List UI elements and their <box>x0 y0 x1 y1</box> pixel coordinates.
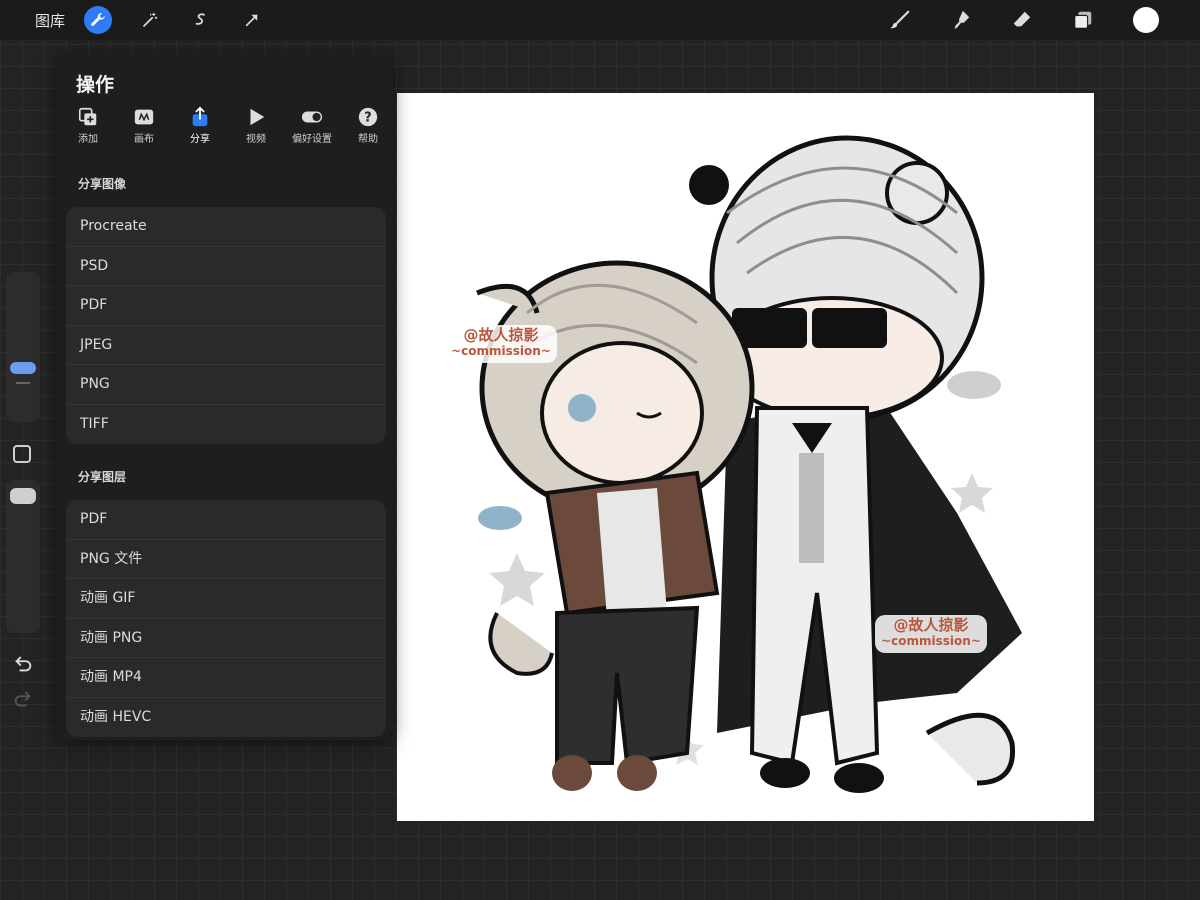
share-layers-pdf-button[interactable]: PDF <box>66 500 386 540</box>
tab-share-label: 分享 <box>190 134 210 145</box>
layers-button[interactable] <box>1071 8 1095 32</box>
share-layers-list: PDF PNG 文件 动画 GIF 动画 PNG 动画 MP4 动画 HEVC <box>66 500 386 737</box>
help-icon: ? <box>358 107 378 127</box>
tab-preferences[interactable]: 偏好设置 <box>290 106 334 150</box>
selection-icon <box>195 13 205 25</box>
drawing-canvas[interactable]: @故人掠影 ~commission~ @故人掠影 ~commission~ <box>397 93 1094 821</box>
transform-arrow-icon <box>245 14 258 27</box>
tab-help[interactable]: ? 帮助 <box>346 106 390 150</box>
redo-icon[interactable] <box>12 688 34 710</box>
actions-panel: 操作 添加 画布 分享 视频 偏好设置 ? 帮助 分享图像 Procreate … <box>56 52 393 740</box>
eraser-icon <box>1013 11 1031 27</box>
opacity-slider[interactable] <box>6 480 40 633</box>
tab-video[interactable]: 视频 <box>234 106 278 150</box>
share-tiff-button[interactable]: TIFF <box>66 405 386 445</box>
brush-size-handle[interactable] <box>10 362 36 374</box>
eyedropper-square-button[interactable] <box>13 445 31 463</box>
watermark-right-sub: ~commission~ <box>881 634 981 648</box>
top-toolbar: 图库 <box>0 0 1200 40</box>
share-layers-animated-mp4-button[interactable]: 动画 MP4 <box>66 658 386 698</box>
tab-canvas[interactable]: 画布 <box>122 106 166 150</box>
layers-icon <box>1074 11 1092 29</box>
adjustments-button[interactable] <box>136 6 164 34</box>
brush-button[interactable] <box>888 8 912 32</box>
wrench-icon <box>91 13 105 26</box>
magic-wand-icon <box>143 12 158 27</box>
transform-button[interactable] <box>238 6 266 34</box>
share-png-button[interactable]: PNG <box>66 365 386 405</box>
share-layers-animated-gif-button[interactable]: 动画 GIF <box>66 579 386 619</box>
tab-video-label: 视频 <box>246 134 266 145</box>
gallery-button[interactable]: 图库 <box>35 10 65 31</box>
actions-wrench-button[interactable] <box>84 6 112 34</box>
add-icon <box>78 107 97 126</box>
share-layers-png-files-button[interactable]: PNG 文件 <box>66 540 386 579</box>
watermark-left-sub: ~commission~ <box>451 344 551 358</box>
smudge-button[interactable] <box>949 8 973 32</box>
tab-help-label: 帮助 <box>358 134 378 145</box>
artwork-illustration <box>445 135 1022 793</box>
canvas-icon <box>134 109 154 125</box>
brush-size-slider[interactable] <box>6 272 40 422</box>
tab-add[interactable]: 添加 <box>66 106 110 150</box>
opacity-handle[interactable] <box>10 488 36 504</box>
tab-add-label: 添加 <box>78 134 98 145</box>
share-jpeg-button[interactable]: JPEG <box>66 326 386 365</box>
play-icon <box>250 108 265 126</box>
watermark-left-text: @故人掠影 <box>463 326 539 344</box>
tab-canvas-label: 画布 <box>134 134 154 145</box>
smudge-icon <box>954 10 970 30</box>
color-picker-button[interactable] <box>1133 7 1159 33</box>
undo-icon[interactable] <box>12 653 34 675</box>
share-pdf-button[interactable]: PDF <box>66 286 386 326</box>
share-image-list: Procreate PSD PDF JPEG PNG TIFF <box>66 207 386 444</box>
brush-icon <box>890 10 910 29</box>
tab-share[interactable]: 分享 <box>178 106 222 150</box>
share-layers-heading: 分享图层 <box>78 470 127 484</box>
left-sidebar <box>4 270 42 720</box>
share-layers-animated-png-button[interactable]: 动画 PNG <box>66 619 386 658</box>
share-icon <box>192 106 208 127</box>
eraser-button[interactable] <box>1010 8 1034 32</box>
share-psd-button[interactable]: PSD <box>66 247 386 286</box>
watermark-right-text: @故人掠影 <box>893 616 969 634</box>
selection-button[interactable] <box>187 6 215 34</box>
share-layers-animated-hevc-button[interactable]: 动画 HEVC <box>66 698 386 738</box>
svg-text:?: ? <box>364 111 371 126</box>
share-procreate-button[interactable]: Procreate <box>66 207 386 247</box>
actions-tabs: 添加 画布 分享 视频 偏好设置 ? 帮助 <box>66 106 386 150</box>
tab-preferences-label: 偏好设置 <box>292 134 332 145</box>
panel-title: 操作 <box>76 74 115 96</box>
share-image-heading: 分享图像 <box>78 177 127 191</box>
toggle-icon <box>301 111 323 123</box>
